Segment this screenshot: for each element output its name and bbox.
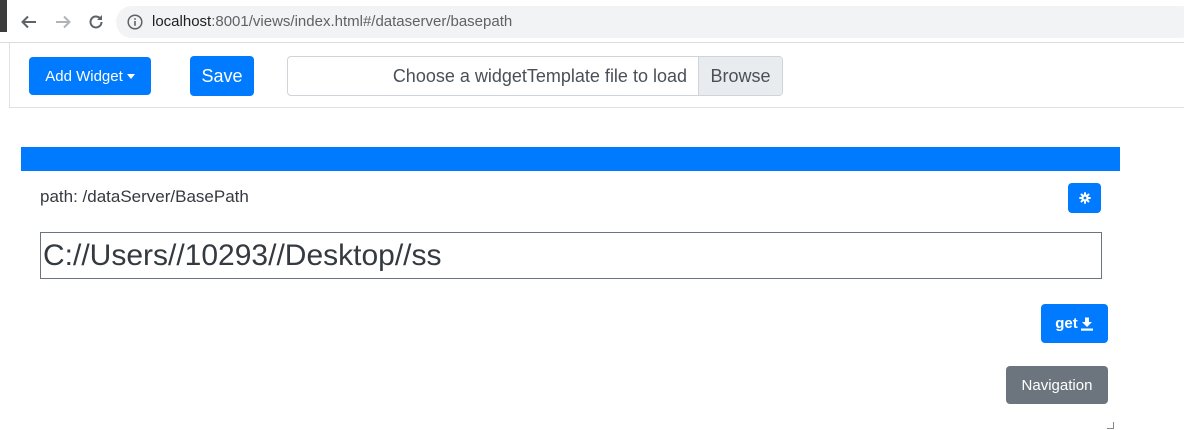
browse-button[interactable]: Browse <box>698 57 782 95</box>
back-arrow-icon <box>21 15 36 29</box>
navigation-button[interactable]: Navigation <box>1006 366 1108 404</box>
base-path-input[interactable] <box>40 232 1102 279</box>
add-widget-button[interactable]: Add Widget <box>29 57 151 95</box>
forward-button[interactable] <box>52 11 74 33</box>
url-text[interactable]: localhost:8001/views/index.html#/dataser… <box>152 14 512 30</box>
widget-header-bar[interactable] <box>21 147 1120 171</box>
download-icon <box>1080 317 1093 331</box>
get-button[interactable]: get <box>1041 304 1108 343</box>
gear-icon <box>1078 192 1091 204</box>
add-widget-label: Add Widget <box>45 67 123 85</box>
forward-arrow-icon <box>56 15 71 29</box>
url-path: :8001/views/index.html#/dataserver/basep… <box>211 13 513 30</box>
info-icon[interactable] <box>127 14 143 30</box>
url-host: localhost <box>152 13 212 30</box>
address-bar[interactable]: localhost:8001/views/index.html#/dataser… <box>116 6 1184 38</box>
browser-toolbar: localhost:8001/views/index.html#/dataser… <box>0 0 1184 42</box>
widget-path-label: path: /dataServer/BasePath <box>40 187 249 206</box>
widget-template-file-input[interactable]: Choose a widgetTemplate file to load Bro… <box>287 56 783 96</box>
reload-button[interactable] <box>85 11 107 33</box>
settings-button[interactable] <box>1068 183 1101 213</box>
reload-icon <box>89 15 103 29</box>
window-edge <box>0 0 7 32</box>
resize-handle-icon[interactable] <box>1107 422 1114 429</box>
get-label: get <box>1055 315 1078 332</box>
save-button[interactable]: Save <box>190 56 254 96</box>
save-label: Save <box>201 65 243 86</box>
caret-down-icon <box>126 73 135 79</box>
back-button[interactable] <box>18 11 40 33</box>
file-input-placeholder: Choose a widgetTemplate file to load <box>392 66 687 86</box>
